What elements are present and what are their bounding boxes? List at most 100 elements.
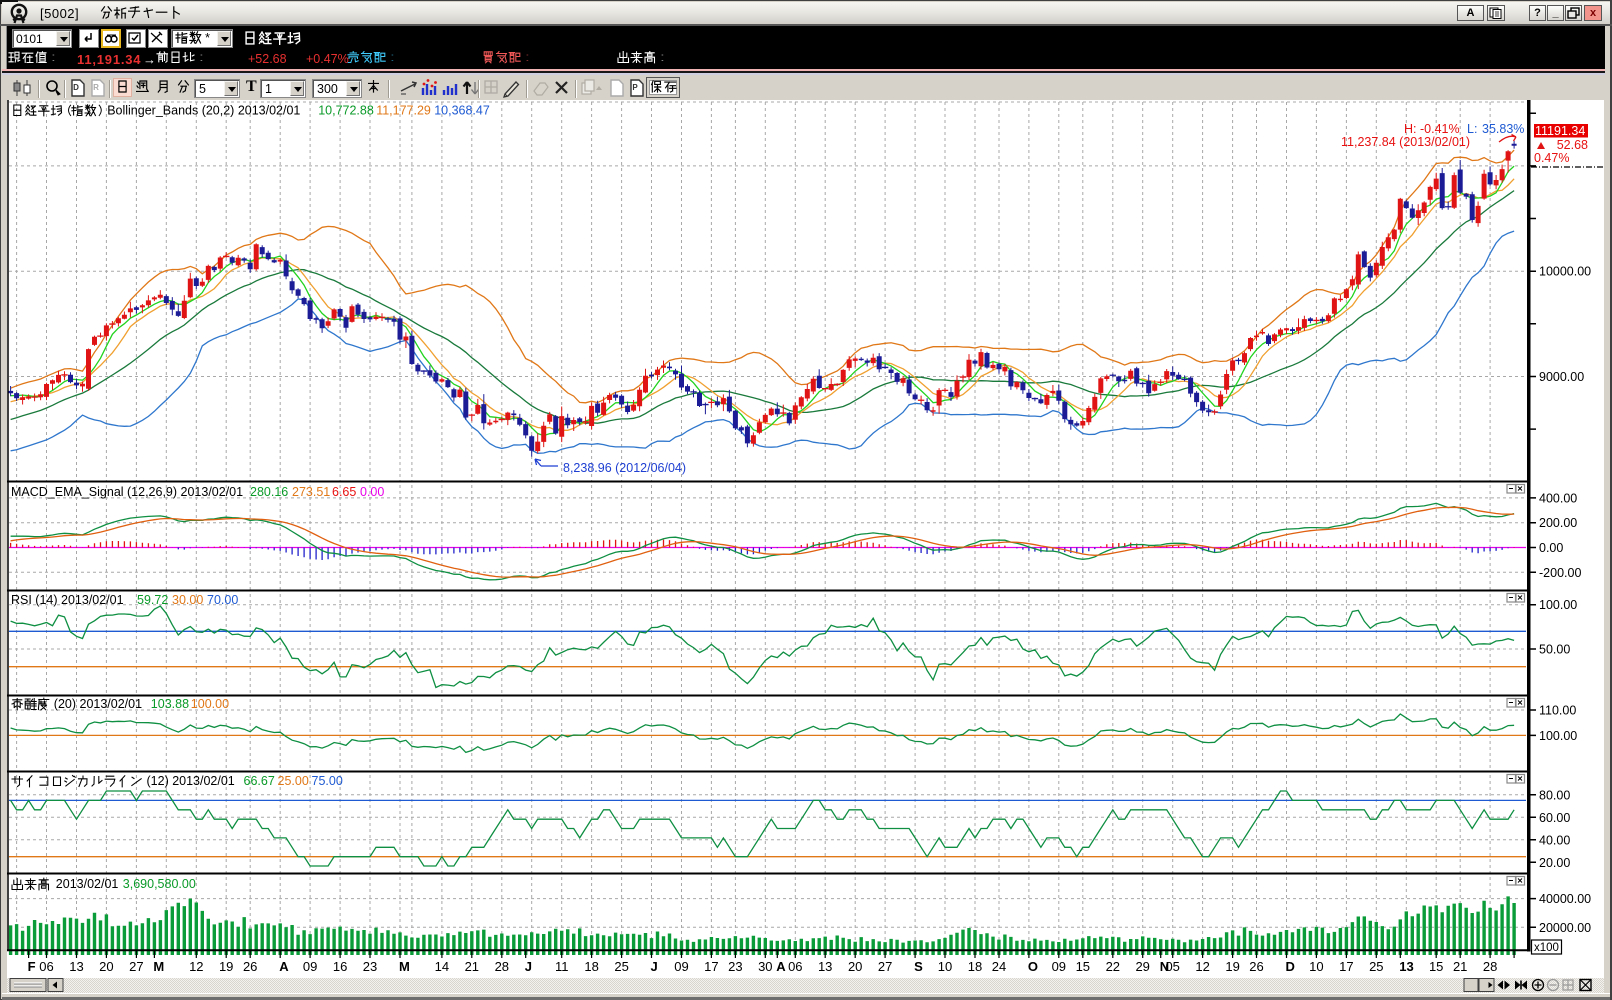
svg-text:75.00: 75.00 [312, 774, 343, 788]
svg-text:M: M [153, 959, 164, 974]
svg-text:280.16: 280.16 [250, 485, 288, 499]
svg-text:12: 12 [1195, 959, 1209, 974]
svg-text:13: 13 [69, 959, 83, 974]
svg-text:35.83%: 35.83% [1482, 122, 1524, 136]
svg-text:60.00: 60.00 [1539, 811, 1570, 825]
svg-text:0.00: 0.00 [1539, 541, 1563, 555]
svg-text:40000.00: 40000.00 [1539, 892, 1591, 906]
svg-text:103.88: 103.88 [151, 697, 189, 711]
svg-text:9000.00: 9000.00 [1539, 370, 1584, 384]
svg-text:15: 15 [1429, 959, 1443, 974]
svg-text:0.47%: 0.47% [1534, 151, 1569, 165]
svg-text:13: 13 [818, 959, 832, 974]
svg-text:M: M [399, 959, 410, 974]
svg-text:18: 18 [584, 959, 598, 974]
svg-text:14: 14 [435, 959, 449, 974]
svg-text:S: S [914, 959, 923, 974]
svg-text:100.00: 100.00 [1539, 598, 1577, 612]
svg-text:273.51: 273.51 [292, 485, 330, 499]
svg-text:40.00: 40.00 [1539, 833, 1570, 847]
svg-text:RSI (14) 2013/02/01: RSI (14) 2013/02/01 [11, 593, 124, 607]
svg-text:11191.34: 11191.34 [1535, 124, 1585, 138]
svg-text:Bollinger_Bands (20,2) 2013/02: Bollinger_Bands (20,2) 2013/02/01 [107, 104, 300, 118]
svg-text:17: 17 [704, 959, 718, 974]
svg-text:17: 17 [1339, 959, 1353, 974]
svg-text:59.72: 59.72 [137, 593, 168, 607]
svg-text:13: 13 [1399, 959, 1413, 974]
svg-text:21: 21 [1453, 959, 1467, 974]
svg-text:30: 30 [758, 959, 772, 974]
svg-text:2013/02/01: 2013/02/01 [56, 877, 119, 891]
svg-text:28: 28 [495, 959, 509, 974]
svg-text:10,368.47: 10,368.47 [434, 104, 490, 118]
svg-text:09: 09 [674, 959, 688, 974]
svg-text:09: 09 [303, 959, 317, 974]
svg-text:23: 23 [728, 959, 742, 974]
svg-text:6.65: 6.65 [332, 485, 356, 499]
svg-text:19: 19 [1225, 959, 1239, 974]
svg-text:-200.00: -200.00 [1539, 566, 1581, 580]
svg-text:26: 26 [243, 959, 257, 974]
svg-text:16: 16 [333, 959, 347, 974]
svg-text:20: 20 [848, 959, 862, 974]
svg-text:11,177.29: 11,177.29 [376, 104, 431, 118]
svg-text:J: J [525, 959, 532, 974]
svg-text:P: P [632, 83, 638, 92]
svg-text:0.00: 0.00 [360, 485, 384, 499]
svg-text:10: 10 [1309, 959, 1323, 974]
svg-text:3,690,580.00: 3,690,580.00 [123, 877, 196, 891]
svg-text:06: 06 [39, 959, 53, 974]
svg-text:110.00: 110.00 [1539, 704, 1576, 718]
svg-text:24: 24 [992, 959, 1006, 974]
svg-text:400.00: 400.00 [1539, 491, 1577, 505]
svg-text:L:: L: [1467, 122, 1477, 136]
svg-text:66.67: 66.67 [244, 774, 275, 788]
svg-text:11,237.84 (2013/02/01): 11,237.84 (2013/02/01) [1341, 135, 1470, 149]
svg-text:52.68: 52.68 [1557, 138, 1588, 152]
svg-text:25.00: 25.00 [278, 774, 309, 788]
svg-text:100.00: 100.00 [191, 697, 229, 711]
svg-text:20: 20 [99, 959, 113, 974]
svg-text:20000.00: 20000.00 [1539, 921, 1591, 935]
svg-text:30.00: 30.00 [172, 593, 203, 607]
svg-text:200.00: 200.00 [1539, 516, 1577, 530]
svg-text:MACD_EMA_Signal (12,26,9) 2013: MACD_EMA_Signal (12,26,9) 2013/02/01 [11, 485, 243, 499]
svg-text:12: 12 [189, 959, 203, 974]
svg-text:19: 19 [219, 959, 233, 974]
svg-text:22: 22 [1106, 959, 1120, 974]
svg-text:A: A [776, 959, 786, 974]
svg-text:29: 29 [1135, 959, 1149, 974]
svg-text:50.00: 50.00 [1539, 643, 1570, 657]
svg-text:27: 27 [129, 959, 143, 974]
svg-text:05: 05 [1165, 959, 1179, 974]
svg-text:20.00: 20.00 [1539, 856, 1570, 870]
svg-text:(12) 2013/02/01: (12) 2013/02/01 [147, 774, 235, 788]
svg-text:10000.00: 10000.00 [1539, 265, 1591, 279]
svg-text:J: J [651, 959, 658, 974]
svg-text:18: 18 [968, 959, 982, 974]
svg-text:A: A [279, 959, 289, 974]
svg-text:27: 27 [878, 959, 892, 974]
svg-text:100.00: 100.00 [1539, 729, 1577, 743]
svg-text:D: D [73, 83, 79, 92]
svg-text:26: 26 [1249, 959, 1263, 974]
svg-text:25: 25 [614, 959, 628, 974]
svg-text:25: 25 [1369, 959, 1383, 974]
svg-text:80.00: 80.00 [1539, 788, 1570, 802]
svg-text:15: 15 [1076, 959, 1090, 974]
svg-text:06: 06 [788, 959, 802, 974]
svg-text:21: 21 [465, 959, 479, 974]
svg-text:23: 23 [363, 959, 377, 974]
svg-text:8,238.96 (2012/06/04): 8,238.96 (2012/06/04) [563, 461, 686, 475]
svg-text:70.00: 70.00 [207, 593, 238, 607]
svg-text:10: 10 [938, 959, 952, 974]
svg-text:F: F [28, 959, 36, 974]
svg-text:H:: H: [1404, 122, 1417, 136]
svg-text:28: 28 [1483, 959, 1497, 974]
svg-text:O: O [1028, 959, 1038, 974]
svg-text:-0.41%: -0.41% [1420, 122, 1460, 136]
svg-text:x100: x100 [1534, 942, 1559, 954]
svg-text:11: 11 [555, 959, 569, 974]
svg-text:R: R [93, 83, 99, 92]
svg-text:09: 09 [1052, 959, 1066, 974]
